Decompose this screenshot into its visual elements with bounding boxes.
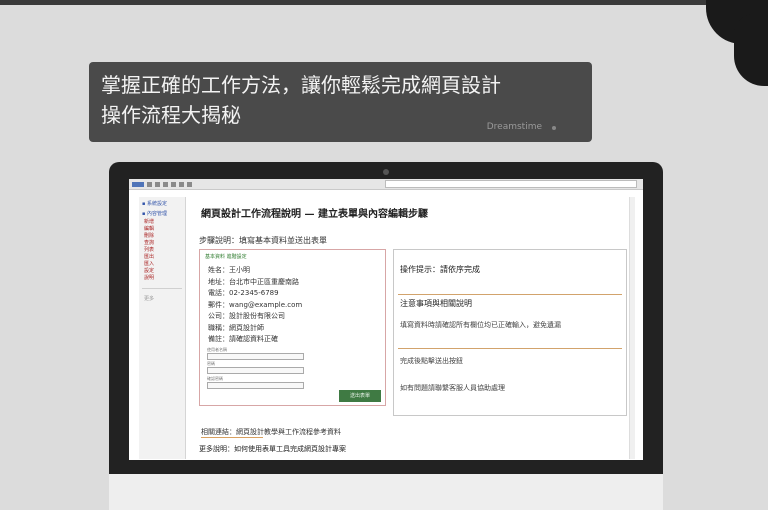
confirm-password-field[interactable] — [207, 382, 304, 389]
watermark-dot — [552, 126, 556, 130]
home-icon[interactable] — [171, 181, 176, 187]
sidebar-item[interactable]: 說明 — [144, 275, 185, 282]
info-line-4: 完成後點擊送出按鈕 — [400, 357, 463, 365]
form-line: 郵件：wang@example.com — [208, 300, 303, 309]
sidebar-item[interactable]: 匯入 — [144, 261, 185, 268]
top-edge-strip — [0, 0, 768, 5]
info-panel: 操作提示：請依序完成 注意事項與相關說明 填寫資料時請確認所有欄位均已正確輸入，… — [393, 249, 627, 416]
bookmark-icon[interactable] — [179, 181, 184, 187]
info-line-5: 如有問題請聯繫客服人員協助處理 — [400, 384, 505, 392]
info-line-2: 注意事項與相關說明 — [400, 299, 472, 308]
caption-banner: 掌握正確的工作方法，讓你輕鬆完成網頁設計 操作流程大揭秘 Dreamstime — [89, 62, 592, 142]
form-panel: 基本資料 進階設定 姓名：王小明 地址：台北市中正區重慶南路 電話：02-234… — [199, 249, 386, 406]
sidebar-item[interactable]: 刪除 — [144, 233, 185, 240]
sidebar: ▪ 系統設定 ▪ 內容管理 新增 編輯 刪除 查詢 列表 匯出 匯入 設定 說明… — [139, 197, 186, 459]
bottom-rule — [201, 437, 263, 438]
sidebar-header-2[interactable]: ▪ 內容管理 — [142, 211, 182, 217]
laptop-screen: ▪ 系統設定 ▪ 內容管理 新增 編輯 刪除 查詢 列表 匯出 匯入 設定 說明… — [129, 179, 643, 460]
info-rule — [398, 348, 622, 349]
submit-button[interactable]: 送出表單 — [339, 390, 381, 402]
info-line-1: 操作提示：請依序完成 — [400, 265, 480, 274]
sidebar-item[interactable]: 新增 — [144, 219, 185, 226]
page-title: 網頁設計工作流程說明 — 建立表單與內容編輯步驟 — [201, 209, 428, 220]
history-icon[interactable] — [187, 181, 192, 187]
form-line: 公司：設計股份有限公司 — [208, 312, 285, 320]
related-links-text: 相關連結：網頁設計教學與工作流程參考資料 — [201, 428, 341, 436]
sidebar-item[interactable]: 查詢 — [144, 240, 185, 247]
form-line: 備註：請確認資料正確 — [208, 335, 278, 343]
watermark-text: Dreamstime — [486, 122, 542, 132]
webcam-dot — [383, 169, 389, 175]
caption-line-1: 掌握正確的工作方法，讓你輕鬆完成網頁設計 — [101, 73, 501, 97]
form-lines: 姓名：王小明 地址：台北市中正區重慶南路 電話：02-2345-6789 郵件：… — [208, 265, 302, 346]
username-field[interactable] — [207, 353, 304, 360]
address-bar[interactable] — [385, 180, 637, 188]
form-line: 地址：台北市中正區重慶南路 — [208, 277, 299, 286]
refresh-icon[interactable] — [163, 181, 168, 187]
sidebar-item[interactable]: 匯出 — [144, 254, 185, 261]
info-rule — [398, 294, 622, 295]
form-tabs[interactable]: 基本資料 進階設定 — [205, 253, 247, 260]
more-info-text: 更多說明：如何使用表單工具完成網頁設計專案 — [199, 445, 346, 453]
dark-corner-shape-lower — [734, 14, 768, 86]
laptop-base — [109, 474, 663, 510]
laptop-frame: ▪ 系統設定 ▪ 內容管理 新增 編輯 刪除 查詢 列表 匯出 匯入 設定 說明… — [109, 162, 663, 474]
sidebar-divider — [142, 288, 182, 289]
browser-toolbar — [129, 179, 643, 190]
sidebar-item[interactable]: 編輯 — [144, 226, 185, 233]
forward-icon[interactable] — [155, 181, 160, 187]
password-field[interactable] — [207, 367, 304, 374]
sidebar-item[interactable]: 列表 — [144, 247, 185, 254]
form-line: 姓名：王小明 — [208, 266, 250, 274]
sidebar-item[interactable]: 設定 — [144, 268, 185, 275]
sidebar-footer[interactable]: 更多 — [144, 295, 185, 302]
browser-logo-icon[interactable] — [132, 181, 144, 187]
scrollbar[interactable] — [629, 197, 635, 459]
section-subtitle: 步驟說明：填寫基本資料並送出表單 — [199, 236, 327, 245]
form-line: 職稱：網頁設計師 — [208, 323, 264, 332]
sidebar-header-1[interactable]: ▪ 系統設定 — [142, 201, 182, 207]
form-line: 電話：02-2345-6789 — [208, 289, 279, 297]
main-content: 網頁設計工作流程說明 — 建立表單與內容編輯步驟 步驟說明：填寫基本資料並送出表… — [193, 197, 639, 459]
back-icon[interactable] — [147, 181, 152, 187]
info-line-3: 填寫資料時請確認所有欄位均已正確輸入，避免遺漏 — [400, 321, 561, 329]
